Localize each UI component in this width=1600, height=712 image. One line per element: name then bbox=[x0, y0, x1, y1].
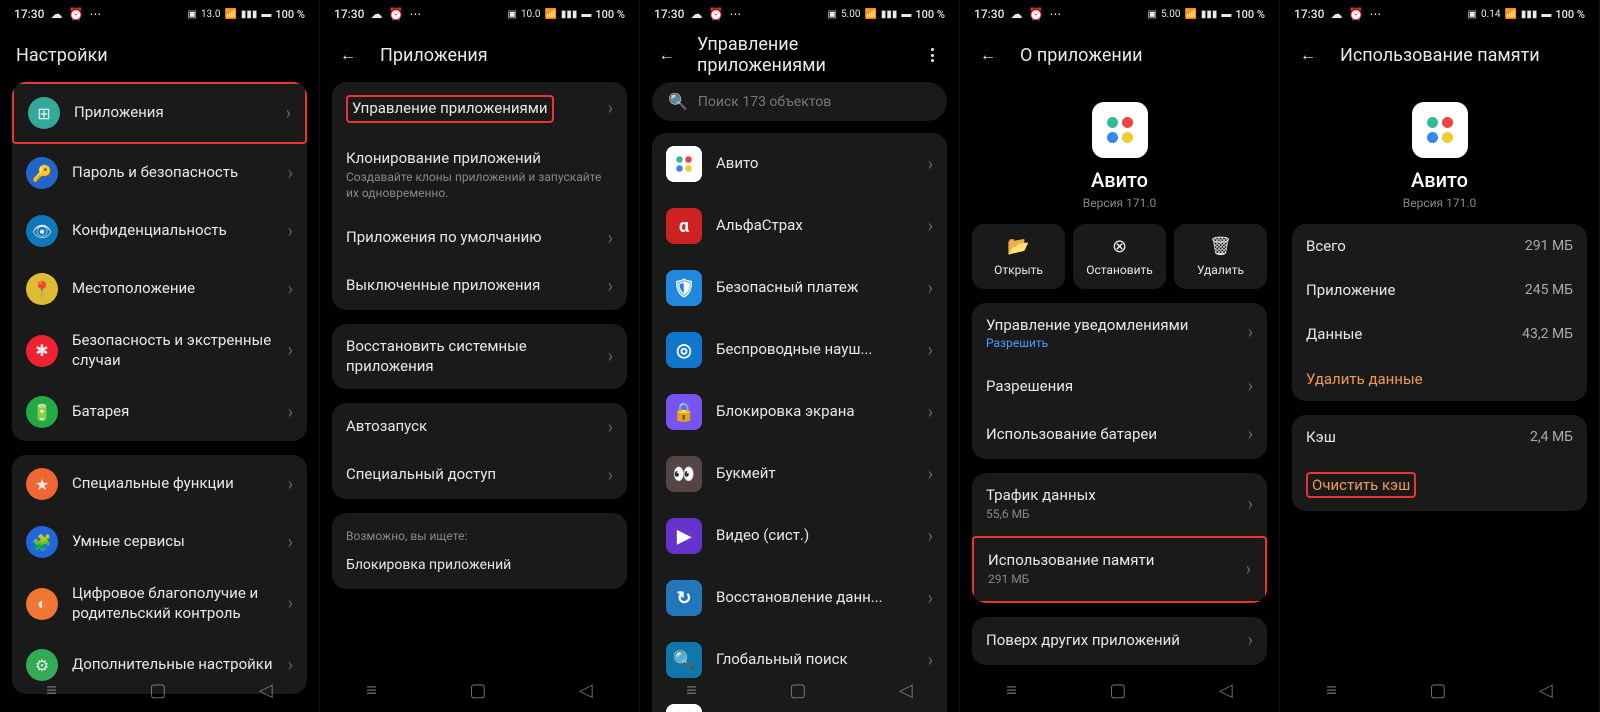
app-icon bbox=[1092, 102, 1148, 158]
app-row-bookmate[interactable]: 👀 Букмейт › bbox=[652, 443, 947, 505]
row-cache: Кэш2,4 МБ bbox=[1292, 415, 1587, 459]
back-button[interactable]: ← bbox=[1296, 43, 1320, 67]
nav-home-icon[interactable]: ▢ bbox=[149, 680, 166, 701]
folder-icon: 📂 bbox=[1007, 236, 1029, 257]
app-row-alfa[interactable]: α АльфаСтрах › bbox=[652, 195, 947, 257]
row-app-size: Приложение245 МБ bbox=[1292, 268, 1587, 312]
wifi-icon: 📶 bbox=[224, 9, 236, 20]
star-icon: ★ bbox=[26, 468, 58, 500]
row-battery[interactable]: 🔋 Батарея › bbox=[12, 383, 307, 441]
video-icon: ▶ bbox=[666, 518, 702, 554]
wellbeing-icon: ◐ bbox=[26, 588, 58, 620]
row-memory-usage[interactable]: Использование памяти291 МБ › bbox=[972, 536, 1267, 603]
row-data-size: Данные43,2 МБ bbox=[1292, 312, 1587, 356]
app-row-restore[interactable]: ↻ Восстановление данн... › bbox=[652, 567, 947, 629]
more-button[interactable] bbox=[922, 48, 943, 62]
status-time: 17:30 bbox=[14, 7, 44, 21]
screen-manage-apps: 17:30☁⏰⋯ ▣5.00📶▮▮▮▬100 % ← Управление пр… bbox=[640, 0, 960, 712]
search-input[interactable]: 🔍 Поиск 173 объектов bbox=[652, 82, 947, 121]
row-overlay[interactable]: Поверх других приложений › bbox=[972, 617, 1267, 665]
screen-settings: 17:30☁⏰⋯ ▣13.0📶▮▮▮▬100 % Настройки ⊞ При… bbox=[0, 0, 320, 712]
row-traffic[interactable]: Трафик данных55,6 МБ › bbox=[972, 473, 1267, 536]
lock-icon: 🔒 bbox=[666, 394, 702, 430]
row-apps[interactable]: ⊞ Приложения › bbox=[12, 82, 307, 144]
row-disabled[interactable]: Выключенные приложения › bbox=[332, 262, 627, 310]
delete-button[interactable]: 🗑Удалить bbox=[1174, 224, 1267, 289]
battery-icon-row: 🔋 bbox=[26, 396, 58, 428]
page-title: Управление приложениями bbox=[697, 34, 902, 76]
battery-icon: ▬ bbox=[261, 9, 271, 20]
search-icon: 🔍 bbox=[668, 92, 688, 111]
screen-memory-usage: 17:30☁⏰⋯ ▣0.14📶▮▮▮▬100 % ← Использование… bbox=[1280, 0, 1600, 712]
stop-icon: ⊗ bbox=[1112, 236, 1127, 257]
stop-button[interactable]: ⊗Остановить bbox=[1073, 224, 1166, 289]
row-smart[interactable]: 🧩 Умные сервисы › bbox=[12, 513, 307, 571]
row-security[interactable]: ✱ Безопасность и экстренные случаи › bbox=[12, 318, 307, 383]
nav-menu-icon[interactable]: ≡ bbox=[46, 680, 57, 701]
app-row-lock[interactable]: 🔒 Блокировка экрана › bbox=[652, 381, 947, 443]
status-bar: 17:30☁⏰⋯ ▣13.0📶▮▮▮▬100 % bbox=[0, 0, 319, 28]
row-default[interactable]: Приложения по умолчанию › bbox=[332, 214, 627, 262]
location-icon: 📍 bbox=[26, 273, 58, 305]
eye-icon: 👁 bbox=[26, 215, 58, 247]
app-icon bbox=[1412, 102, 1468, 158]
bookmate-icon: 👀 bbox=[666, 456, 702, 492]
row-total: Всего291 МБ bbox=[1292, 224, 1587, 268]
page-title: Настройки bbox=[16, 45, 108, 66]
app-header: Авито Версия 171.0 bbox=[960, 82, 1279, 224]
back-button[interactable]: ← bbox=[976, 43, 1000, 67]
row-permissions[interactable]: Разрешения › bbox=[972, 363, 1267, 411]
back-button[interactable]: ← bbox=[656, 43, 677, 67]
app-row-avito[interactable]: Авито › bbox=[652, 133, 947, 195]
page-title: Использование памяти bbox=[1340, 45, 1540, 66]
app-row-wireless[interactable]: ◎ Беспроводные науш... › bbox=[652, 319, 947, 381]
shield-icon: 🛡 bbox=[666, 270, 702, 306]
chevron-right-icon: › bbox=[286, 103, 291, 124]
row-notifications[interactable]: Управление уведомлениямиРазрешить › bbox=[972, 303, 1267, 363]
screen-app-info: 17:30☁⏰⋯ ▣5.00📶▮▮▮▬100 % ← О приложении … bbox=[960, 0, 1280, 712]
nav-back-icon[interactable]: ◁ bbox=[259, 680, 273, 701]
headphones-icon: ◎ bbox=[666, 332, 702, 368]
screen-apps: 17:30☁⏰⋯ ▣10.0📶▮▮▮▬100 % ← Приложения Уп… bbox=[320, 0, 640, 712]
hint-card[interactable]: Возможно, вы ищете: Блокировка приложени… bbox=[332, 513, 627, 589]
back-button[interactable]: ← bbox=[336, 43, 360, 67]
row-wellbeing[interactable]: ◐ Цифровое благополучие и родительский к… bbox=[12, 571, 307, 636]
weather-icon: ☁ bbox=[50, 7, 62, 21]
clear-cache-button[interactable]: Очистить кэш bbox=[1292, 459, 1587, 511]
app-row-video[interactable]: ▶ Видео (сист.) › bbox=[652, 505, 947, 567]
row-privacy[interactable]: 👁 Конфиденциальность › bbox=[12, 202, 307, 260]
page-title: Приложения bbox=[380, 45, 488, 66]
alfa-icon: α bbox=[666, 208, 702, 244]
row-restore[interactable]: Восстановить системные приложения › bbox=[332, 324, 627, 389]
key-icon: 🔑 bbox=[26, 157, 58, 189]
page-title: О приложении bbox=[1020, 45, 1143, 66]
row-access[interactable]: Специальный доступ › bbox=[332, 451, 627, 499]
row-clone[interactable]: Клонирование приложенийСоздавайте клоны … bbox=[332, 136, 627, 215]
row-manage-apps[interactable]: Управление приложениями › bbox=[332, 82, 627, 136]
delete-data-button[interactable]: Удалить данные bbox=[1292, 356, 1587, 401]
app-row-pay[interactable]: 🛡 Безопасный платеж › bbox=[652, 257, 947, 319]
restore-icon: ↻ bbox=[666, 580, 702, 616]
row-special[interactable]: ★ Специальные функции › bbox=[12, 455, 307, 513]
alarm-icon: ⏰ bbox=[68, 7, 83, 21]
row-battery-usage[interactable]: Использование батареи › bbox=[972, 411, 1267, 459]
emergency-icon: ✱ bbox=[26, 335, 58, 367]
signal-icon: ▮▮▮ bbox=[241, 9, 258, 20]
row-autostart[interactable]: Автозапуск › bbox=[332, 403, 627, 451]
row-location[interactable]: 📍 Местоположение › bbox=[12, 260, 307, 318]
app-header: Авито Версия 171.0 bbox=[1280, 82, 1599, 224]
nav-bar: ≡ ▢ ◁ bbox=[0, 668, 319, 712]
nfc-icon: ▣ bbox=[187, 9, 196, 20]
open-button[interactable]: 📂Открыть bbox=[972, 224, 1065, 289]
apps-icon: ⊞ bbox=[28, 97, 60, 129]
trash-icon: 🗑 bbox=[1209, 236, 1232, 257]
row-password[interactable]: 🔑 Пароль и безопасность › bbox=[12, 144, 307, 202]
smart-icon: 🧩 bbox=[26, 526, 58, 558]
